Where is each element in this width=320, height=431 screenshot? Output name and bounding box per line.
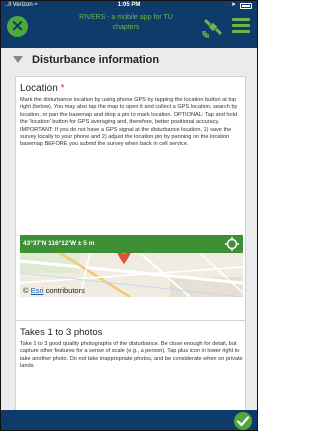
app-window: ..ll Verizon ≈ 1:05 PM ➤ × RIVERS - a mo… [0,0,258,431]
copyright-symbol: © [23,286,29,295]
photos-question-card: Takes 1 to 3 photos Take 1 to 3 good qua… [15,320,246,420]
required-mark: * [60,83,65,94]
battery-icon [240,3,252,9]
location-arrow-icon: ➤ [230,2,236,8]
close-icon: × [10,16,25,36]
location-coordinate-bar[interactable]: 43°37'N 116°12'W ± 5 m [20,235,243,253]
app-title-line2: chapters [112,24,140,31]
coordinates-text: 43°37'N 116°12'W ± 5 m [23,240,95,247]
map-attribution: © Esri contributors [23,286,85,295]
location-pin-icon [117,253,131,264]
gps-button[interactable] [202,16,224,38]
app-title-line1: RIVERS - a mobile app for TU [79,14,173,21]
status-bar: ..ll Verizon ≈ 1:05 PM ➤ [1,1,257,11]
photos-description: Take 1 to 3 good quality photographs of … [20,341,243,370]
menu-icon [232,18,250,33]
section-title: Disturbance information [32,54,160,66]
menu-button[interactable] [232,18,250,34]
photos-title: Takes 1 to 3 photos [20,327,103,338]
section-header-disturbance[interactable]: Disturbance information [10,54,251,72]
app-header: × RIVERS - a mobile app for TU chapters [1,11,257,48]
submit-button[interactable] [234,412,252,430]
satellite-icon [202,18,223,38]
location-question-card: Location * Mark the disturbance location… [15,76,246,356]
checkmark-icon [236,416,250,427]
bottom-toolbar [1,410,257,430]
app-title: RIVERS - a mobile app for TU chapters [51,13,201,33]
location-title-text: Location [20,83,58,94]
clock: 1:05 PM [117,2,141,8]
collapse-triangle-icon [13,56,23,63]
attribution-text: contributors [45,286,85,295]
esri-link[interactable]: Esri [31,286,44,295]
crosshair-icon[interactable] [225,237,239,251]
close-button[interactable]: × [7,16,28,37]
location-description: Mark the disturbance location by using p… [20,97,238,148]
location-basemap[interactable]: © Esri contributors [20,253,243,297]
location-title: Location * [20,83,65,94]
form-content[interactable]: Disturbance information Location * Mark … [10,48,251,420]
